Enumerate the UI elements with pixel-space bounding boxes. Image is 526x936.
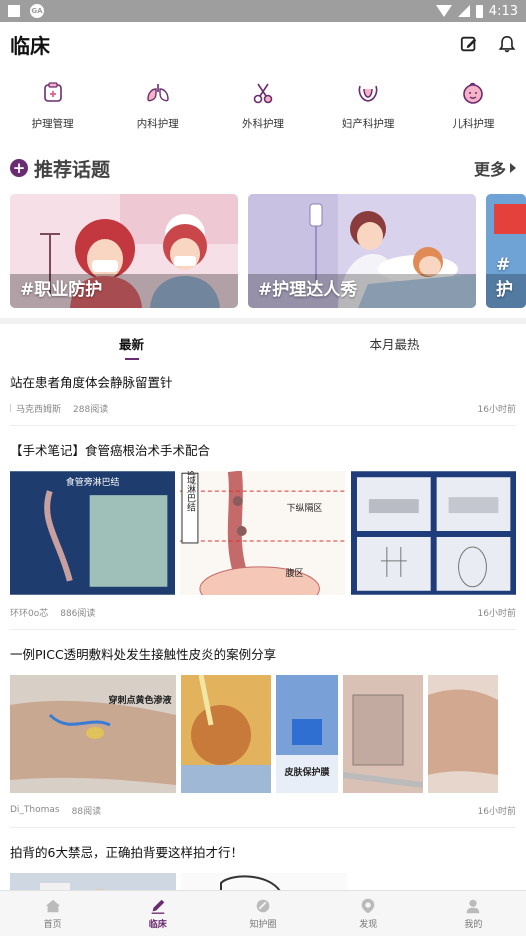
post-item[interactable]: 【手术笔记】食管癌根治术手术配合 食管旁淋巴结 区域淋巴结 下纵隔区 腹区 环环… <box>0 440 526 619</box>
post-meta: Di_Thomas 88阅读 16小时前 <box>10 803 516 817</box>
tab-monthly-hot[interactable]: 本月最热 <box>263 324 526 362</box>
post-image[interactable] <box>181 675 271 793</box>
recommended-header: + 推荐话题 更多 <box>0 150 526 186</box>
post-time: 16小时前 <box>477 404 516 415</box>
wifi-icon <box>435 5 452 17</box>
post-reads: 288阅读 <box>73 404 109 415</box>
active-tab-indicator <box>124 358 139 360</box>
more-link[interactable]: 更多 <box>474 156 506 180</box>
chevron-right-icon[interactable] <box>510 163 516 173</box>
image-caption: 穿刺点黄色渗液 <box>108 694 172 706</box>
plus-icon: + <box>10 159 28 177</box>
post-divider <box>10 629 516 630</box>
app-bar: 临床 <box>0 22 526 66</box>
category-row: 护理管理 内科护理 外科护理 妇产科护理 儿科护理 <box>0 66 526 144</box>
post-images: 食管旁淋巴结 区域淋巴结 下纵隔区 腹区 <box>10 471 516 595</box>
post-meta: 马克西姆斯 288阅读 16小时前 <box>10 401 516 415</box>
status-time: 4:13 <box>488 3 518 19</box>
section-title: 推荐话题 <box>34 158 111 181</box>
topic-card[interactable]: #职业防护 <box>10 194 238 308</box>
post-image[interactable] <box>350 471 516 595</box>
category-surgery[interactable]: 外科护理 <box>218 80 308 144</box>
post-image[interactable] <box>343 675 423 793</box>
edit-icon[interactable] <box>460 35 478 53</box>
profile-icon <box>467 899 480 914</box>
tab-latest[interactable]: 最新 <box>0 324 263 362</box>
pen-icon <box>151 899 165 914</box>
post-author: 环环0o芯 <box>10 608 49 619</box>
nav-profile[interactable]: 我的 <box>421 891 526 936</box>
notification-icon <box>8 5 20 17</box>
circle-icon <box>256 899 270 913</box>
nursing-management-icon <box>43 82 62 102</box>
scissors-icon <box>253 83 273 104</box>
topic-card[interactable]: #护 <box>486 194 526 308</box>
category-nursing-management[interactable]: 护理管理 <box>8 80 98 144</box>
bell-icon[interactable] <box>498 35 516 53</box>
post-item[interactable]: 站在患者角度体会静脉留置针 马克西姆斯 288阅读 16小时前 <box>0 372 526 415</box>
app-notification-icon: GA <box>30 4 44 18</box>
category-internal-medicine[interactable]: 内科护理 <box>113 80 203 144</box>
signal-icon <box>457 5 470 17</box>
image-caption: 下纵隔区 <box>287 503 323 514</box>
nav-home[interactable]: 首页 <box>0 891 105 936</box>
image-caption: 食管旁淋巴结 <box>66 476 120 488</box>
post-meta: 环环0o芯 886阅读 16小时前 <box>10 605 516 619</box>
nav-circle[interactable]: 知护圈 <box>210 891 315 936</box>
post-author: 马克西姆斯 <box>16 404 62 415</box>
home-icon <box>45 899 60 913</box>
lungs-icon <box>147 84 169 102</box>
post-time: 16小时前 <box>477 608 516 619</box>
uterus-icon <box>358 85 378 102</box>
feed-tabs: 最新 本月最热 <box>0 324 526 362</box>
topic-carousel[interactable]: #职业防护 #护理达人秀 #护 <box>0 194 526 308</box>
post-title: 站在患者角度体会静脉留置针 <box>10 375 173 390</box>
post-reads: 886阅读 <box>60 608 96 619</box>
post-item[interactable]: 一例PICC透明敷料处发生接触性皮炎的案例分享 穿刺点黄色渗液 皮肤保护膜 Di… <box>0 644 526 817</box>
post-divider <box>10 425 516 426</box>
bottom-nav: 首页 临床 知护圈 发现 我的 <box>0 890 526 936</box>
post-title: 一例PICC透明敷料处发生接触性皮炎的案例分享 <box>10 647 277 662</box>
image-caption: 区域淋巴结 <box>185 471 195 512</box>
post-image[interactable] <box>428 675 498 793</box>
post-images: 穿刺点黄色渗液 皮肤保护膜 <box>10 675 516 793</box>
post-divider <box>10 827 516 828</box>
battery-icon <box>475 4 483 18</box>
post-reads: 88阅读 <box>71 806 102 817</box>
topic-card[interactable]: #护理达人秀 <box>248 194 476 308</box>
post-image[interactable]: 穿刺点黄色渗液 <box>10 675 176 793</box>
nav-discover[interactable]: 发现 <box>316 891 421 936</box>
post-title: 拍背的6大禁忌，正确拍背要这样拍才行！ <box>10 845 243 860</box>
post-image[interactable]: 皮肤保护膜 <box>276 675 338 793</box>
image-caption: 腹区 <box>286 567 304 579</box>
post-author: Di_Thomas <box>10 805 60 815</box>
status-bar: GA 4:13 <box>0 0 526 22</box>
category-obstetrics[interactable]: 妇产科护理 <box>323 80 413 144</box>
post-image[interactable]: 区域淋巴结 下纵隔区 腹区 <box>180 471 346 595</box>
post-title: 【手术笔记】食管癌根治术手术配合 <box>10 443 211 458</box>
nav-clinical[interactable]: 临床 <box>105 891 210 936</box>
post-image[interactable]: 食管旁淋巴结 <box>10 471 176 595</box>
image-caption: 皮肤保护膜 <box>283 766 330 778</box>
baby-face-icon <box>463 82 484 104</box>
meta-divider <box>10 404 11 412</box>
category-pediatrics[interactable]: 儿科护理 <box>428 80 518 144</box>
post-time: 16小时前 <box>477 806 516 817</box>
page-title: 临床 <box>10 33 50 58</box>
discover-icon <box>361 898 375 914</box>
